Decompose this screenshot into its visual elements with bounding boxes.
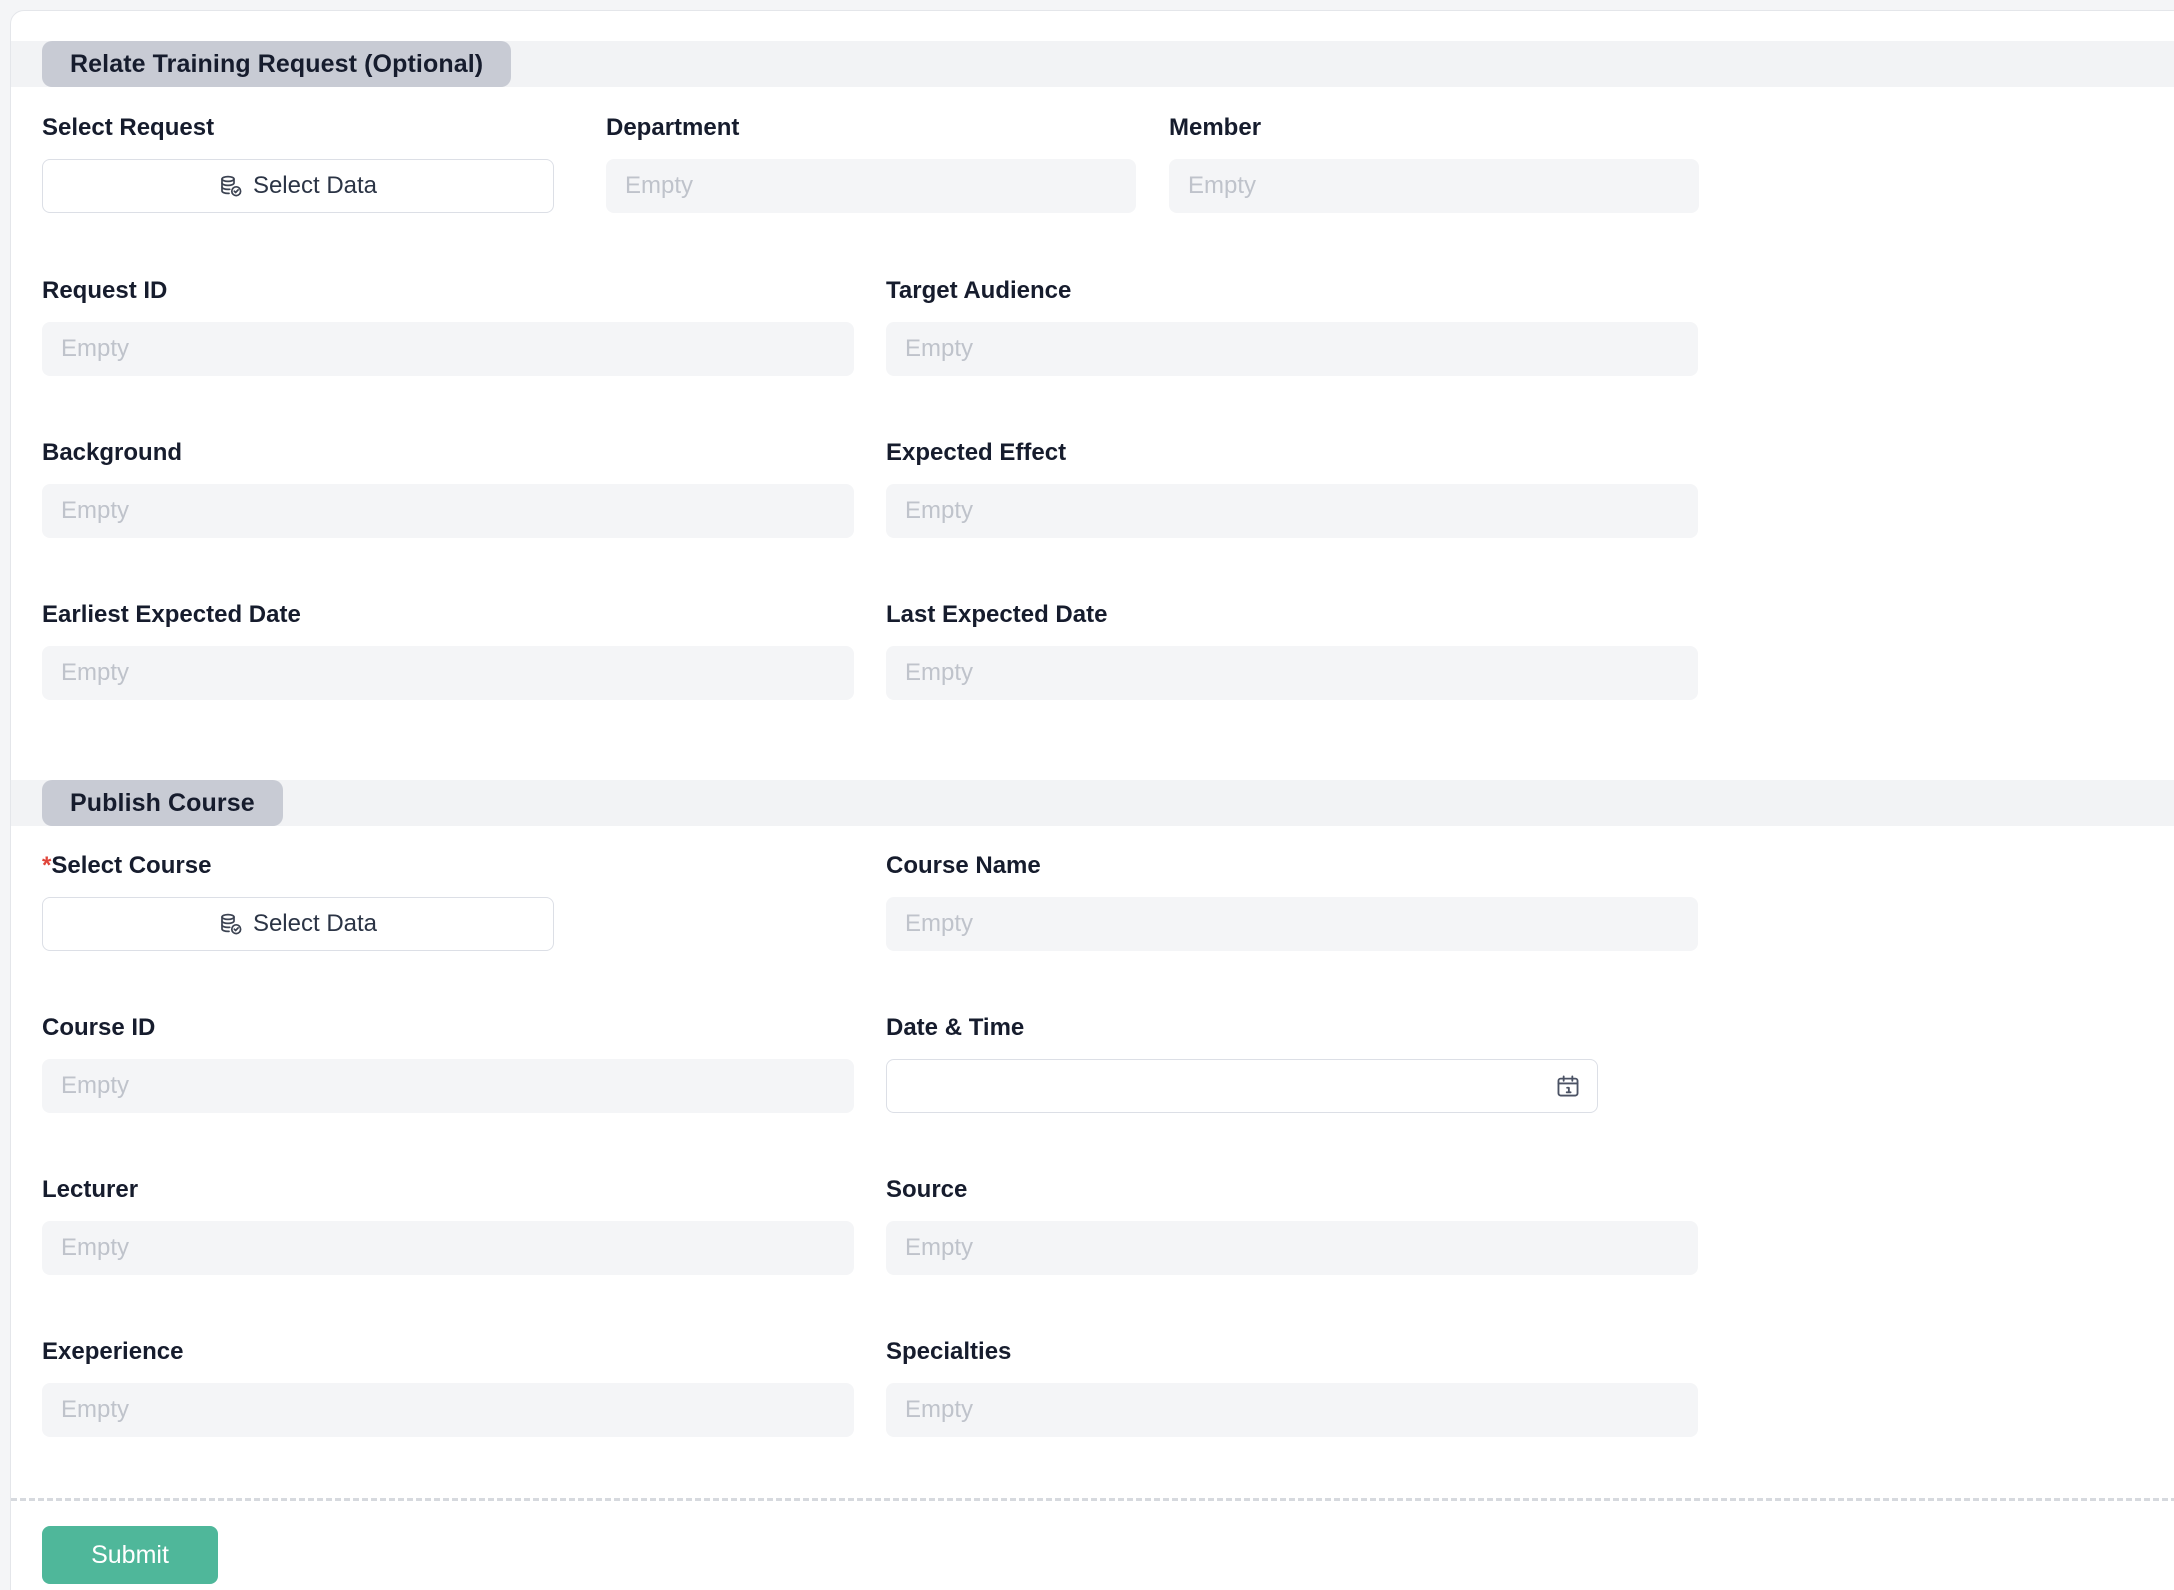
field-course-name: Course Name Empty <box>886 851 1698 951</box>
course-name-placeholder: Empty <box>905 910 974 937</box>
section-header-band-publish-course: Publish Course <box>11 780 2174 826</box>
expected-effect-placeholder: Empty <box>905 497 974 524</box>
field-expected-effect: Expected Effect Empty <box>886 438 1698 538</box>
member-input: Empty <box>1169 159 1699 213</box>
section-title-publish-course: Publish Course <box>70 788 255 817</box>
target-audience-input: Empty <box>886 322 1698 376</box>
field-course-id: Course ID Empty <box>42 1013 854 1113</box>
course-id-input: Empty <box>42 1059 854 1113</box>
field-source: Source Empty <box>886 1175 1698 1275</box>
field-label-course-name: Course Name <box>886 852 1041 879</box>
background-placeholder: Empty <box>61 497 130 524</box>
earliest-expected-date-placeholder: Empty <box>61 659 130 686</box>
field-label-last-expected-date: Last Expected Date <box>886 601 1108 628</box>
field-last-expected-date: Last Expected Date Empty <box>886 600 1698 700</box>
field-label-source: Source <box>886 1176 968 1203</box>
section-title-pill-relate-training-request: Relate Training Request (Optional) <box>42 41 512 87</box>
field-label-target-audience: Target Audience <box>886 277 1072 304</box>
form-card: Relate Training Request (Optional) Selec… <box>10 10 2174 1590</box>
lecturer-placeholder: Empty <box>61 1234 130 1261</box>
exeperience-input: Empty <box>42 1383 854 1437</box>
field-label-member: Member <box>1169 114 1262 141</box>
field-specialties: Specialties Empty <box>886 1337 1698 1437</box>
course-id-placeholder: Empty <box>61 1072 130 1099</box>
section-title-pill-publish-course: Publish Course <box>42 780 283 826</box>
field-label-background: Background <box>42 439 183 466</box>
field-request-id: Request ID Empty <box>42 276 854 376</box>
select-request-button-label: Select Data <box>252 172 378 199</box>
request-id-input: Empty <box>42 322 854 376</box>
required-asterisk-select-course: * <box>42 852 52 879</box>
target-audience-placeholder: Empty <box>905 335 974 362</box>
field-member: Member Empty <box>1169 113 1699 213</box>
field-label-exeperience: Exeperience <box>42 1338 184 1365</box>
member-placeholder: Empty <box>1188 172 1257 199</box>
earliest-expected-date-input: Empty <box>42 646 854 700</box>
field-label-select-request: Select Request <box>42 114 215 141</box>
source-input: Empty <box>886 1221 1698 1275</box>
department-placeholder: Empty <box>625 172 694 199</box>
last-expected-date-input: Empty <box>886 646 1698 700</box>
form-page: Relate Training Request (Optional) Selec… <box>0 0 2174 1590</box>
database-check-icon <box>219 912 243 936</box>
field-select-course: *Select Course Select Data <box>42 851 554 951</box>
select-course-select-data-button[interactable]: Select Data <box>42 897 554 951</box>
field-label-select-course-text: Select Course <box>51 852 212 879</box>
field-target-audience: Target Audience Empty <box>886 276 1698 376</box>
footer-divider <box>11 1498 2174 1501</box>
specialties-input: Empty <box>886 1383 1698 1437</box>
field-department: Department Empty <box>606 113 1136 213</box>
field-date-time: Date & Time <box>886 1013 1598 1113</box>
calendar-icon[interactable] <box>1555 1073 1581 1099</box>
database-check-icon <box>219 174 243 198</box>
department-input: Empty <box>606 159 1136 213</box>
field-label-date-time: Date & Time <box>886 1014 1025 1041</box>
lecturer-input: Empty <box>42 1221 854 1275</box>
field-label-expected-effect: Expected Effect <box>886 439 1067 466</box>
field-label-request-id: Request ID <box>42 277 168 304</box>
field-label-earliest-expected-date: Earliest Expected Date <box>42 601 301 628</box>
field-label-select-course: *Select Course <box>42 851 554 881</box>
exeperience-placeholder: Empty <box>61 1396 130 1423</box>
section-header-band-relate-training-request: Relate Training Request (Optional) <box>11 41 2174 87</box>
field-label-specialties: Specialties <box>886 1338 1012 1365</box>
select-request-select-data-button[interactable]: Select Data <box>42 159 554 213</box>
expected-effect-input: Empty <box>886 484 1698 538</box>
submit-button[interactable]: Submit <box>42 1526 218 1584</box>
date-time-input[interactable] <box>886 1059 1598 1113</box>
course-name-input: Empty <box>886 897 1698 951</box>
field-earliest-expected-date: Earliest Expected Date Empty <box>42 600 854 700</box>
field-label-department: Department <box>606 114 740 141</box>
specialties-placeholder: Empty <box>905 1396 974 1423</box>
field-background: Background Empty <box>42 438 854 538</box>
field-label-course-id: Course ID <box>42 1014 156 1041</box>
request-id-placeholder: Empty <box>61 335 130 362</box>
field-exeperience: Exeperience Empty <box>42 1337 854 1437</box>
field-label-lecturer: Lecturer <box>42 1176 139 1203</box>
select-course-button-label: Select Data <box>252 910 378 937</box>
source-placeholder: Empty <box>905 1234 974 1261</box>
field-select-request: Select Request Select Data <box>42 113 554 213</box>
background-input: Empty <box>42 484 854 538</box>
last-expected-date-placeholder: Empty <box>905 659 974 686</box>
field-lecturer: Lecturer Empty <box>42 1175 854 1275</box>
section-title-relate-training-request: Relate Training Request (Optional) <box>70 49 484 78</box>
